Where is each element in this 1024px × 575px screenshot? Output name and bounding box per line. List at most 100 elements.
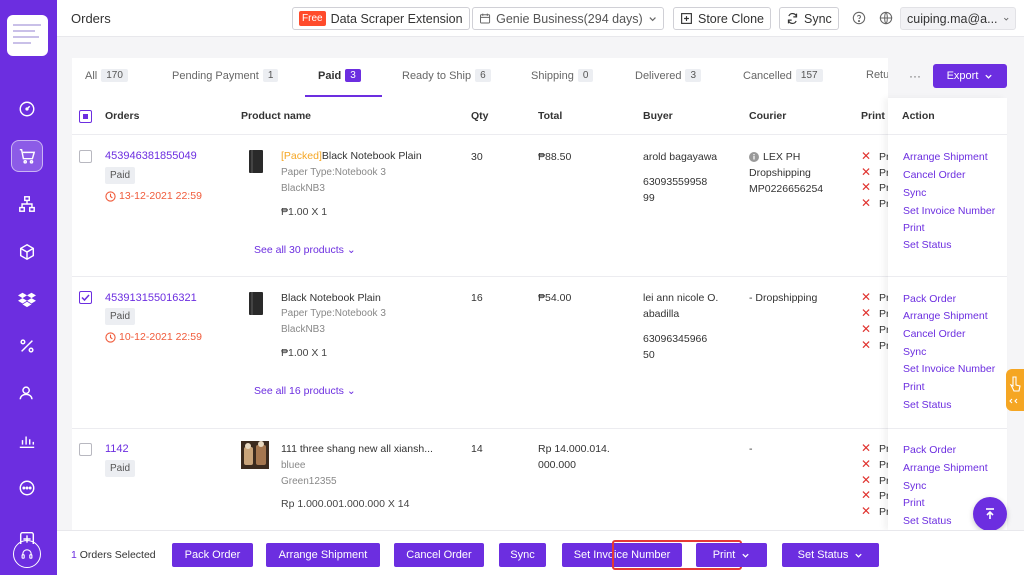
sync-link[interactable]: Sync	[903, 187, 926, 199]
tab-count: 3	[345, 69, 361, 82]
tab-all[interactable]: All 170	[85, 69, 128, 82]
tracking-number: MP0226656254	[749, 183, 824, 195]
sync-icon	[787, 13, 798, 24]
courier: -	[749, 443, 753, 455]
store-clone-button[interactable]: Store Clone	[673, 7, 772, 30]
tab-label: Ready to Ship	[402, 69, 472, 82]
tab-delivered[interactable]: Delivered 3	[635, 69, 702, 82]
help-icon[interactable]	[852, 11, 866, 25]
set-status-link[interactable]: Set Status	[903, 515, 951, 527]
bulk-print-button[interactable]: Print	[696, 543, 767, 567]
scroll-to-top-button[interactable]	[973, 497, 1007, 531]
pack-order-link[interactable]: Pack Order	[903, 444, 956, 456]
tab-cancelled[interactable]: Cancelled 157	[743, 69, 823, 82]
print-link[interactable]: Print	[903, 222, 925, 234]
set-status-link[interactable]: Set Status	[903, 239, 951, 251]
product-name[interactable]: [Packed]Black Notebook Plain	[281, 150, 422, 162]
set-invoice-number-link[interactable]: Set Invoice Number	[903, 363, 995, 375]
courier: - Dropshipping	[749, 292, 818, 304]
buyer-phone-cont: 99	[643, 192, 655, 204]
select-all-checkbox[interactable]	[79, 110, 92, 123]
product-name[interactable]: 111 three shang new all xiansh...	[281, 443, 433, 455]
user-menu[interactable]: cuiping.ma@a...	[900, 7, 1016, 30]
row-checkbox[interactable]	[79, 443, 92, 456]
percent-icon[interactable]	[11, 330, 43, 362]
see-all-products-link[interactable]: See all 16 products ⌄	[254, 385, 356, 397]
divider	[888, 428, 1007, 429]
sync-link[interactable]: Sync	[903, 346, 926, 358]
more-options-icon[interactable]: ···	[909, 69, 921, 83]
dropbox-icon[interactable]	[11, 283, 43, 315]
order-number-link[interactable]: 453946381855049	[105, 150, 197, 162]
bulk-set-status-button[interactable]: Set Status	[782, 543, 879, 567]
info-icon[interactable]	[749, 152, 759, 162]
bulk-cancel-order-button[interactable]: Cancel Order	[394, 543, 484, 567]
tab-pending-payment[interactable]: Pending Payment 1	[172, 69, 279, 82]
arrange-shipment-link[interactable]: Arrange Shipment	[903, 310, 988, 322]
header-action: Action	[902, 110, 935, 122]
pack-order-link[interactable]: Pack Order	[903, 293, 956, 305]
product-box-icon[interactable]	[11, 236, 43, 268]
bar-chart-icon[interactable]	[11, 425, 43, 457]
sync-button[interactable]: Sync	[779, 7, 839, 30]
hierarchy-icon[interactable]	[11, 188, 43, 220]
tab-return[interactable]: Return	[866, 69, 888, 81]
bulk-arrange-shipment-button[interactable]: Arrange Shipment	[266, 543, 380, 567]
status-badge: Paid	[105, 460, 136, 477]
business-select[interactable]: Genie Business(294 days)	[472, 7, 664, 30]
print-link[interactable]: Print	[903, 497, 925, 509]
set-status-link[interactable]: Set Status	[903, 399, 951, 411]
tab-paid[interactable]: Paid 3	[318, 69, 361, 82]
globe-icon[interactable]	[879, 11, 893, 25]
packed-tag: [Packed]	[281, 150, 322, 162]
product-thumbnail[interactable]	[241, 441, 269, 469]
app-logo[interactable]	[7, 15, 48, 56]
product-thumbnail[interactable]	[244, 149, 270, 175]
orders-cart-icon[interactable]	[11, 140, 43, 172]
see-all-products-link[interactable]: See all 30 products ⌄	[254, 244, 356, 256]
action-column: Action Arrange Shipment Cancel Order Syn…	[888, 98, 1007, 530]
row-checkbox[interactable]	[79, 291, 92, 304]
product-name[interactable]: Black Notebook Plain	[281, 292, 381, 304]
headset-support-icon[interactable]	[13, 540, 41, 568]
print-link[interactable]: Print	[903, 381, 925, 393]
export-button[interactable]: Export	[933, 64, 1007, 88]
total-cont: 000.000	[538, 459, 576, 471]
product-thumbnail[interactable]	[244, 291, 270, 317]
free-badge: Free	[299, 11, 326, 26]
order-number-link[interactable]: 1142	[105, 443, 129, 455]
set-invoice-number-link[interactable]: Set Invoice Number	[903, 205, 995, 217]
side-helper-tab[interactable]	[1006, 369, 1024, 411]
not-printed-icon: ✕	[861, 165, 872, 179]
chat-icon[interactable]	[11, 472, 43, 504]
dashboard-icon[interactable]	[11, 93, 43, 125]
buyer-name: arold bagayawa	[643, 151, 718, 163]
page-title: Orders	[71, 11, 111, 26]
order-time-text: 10-12-2021 22:59	[119, 331, 202, 343]
sync-label: Sync	[804, 11, 832, 26]
chevron-down-icon	[985, 74, 993, 79]
bulk-sync-button[interactable]: Sync	[499, 543, 546, 567]
cancel-order-link[interactable]: Cancel Order	[903, 169, 965, 181]
header-qty: Qty	[471, 110, 489, 122]
cancel-order-link[interactable]: Cancel Order	[903, 328, 965, 340]
tab-count: 0	[577, 69, 594, 82]
sync-link[interactable]: Sync	[903, 480, 926, 492]
buyer-phone: 63093559958	[643, 176, 708, 188]
bulk-pack-order-button[interactable]: Pack Order	[172, 543, 253, 567]
users-icon[interactable]	[11, 377, 43, 409]
divider	[888, 134, 1007, 135]
tab-label: Pending Payment	[172, 69, 259, 82]
buyer-name-cont: abadilla	[643, 308, 680, 320]
arrange-shipment-link[interactable]: Arrange Shipment	[903, 151, 988, 163]
data-scraper-button[interactable]: Free Data Scraper Extension	[292, 7, 470, 30]
tab-count: 1	[262, 69, 279, 82]
arrange-shipment-link[interactable]: Arrange Shipment	[903, 462, 988, 474]
tab-ready-to-ship[interactable]: Ready to Ship 6	[402, 69, 491, 82]
tab-shipping[interactable]: Shipping 0	[531, 69, 594, 82]
product-sku: BlackNB3	[281, 183, 325, 194]
row-checkbox[interactable]	[79, 150, 92, 163]
order-number-link[interactable]: 453913155016321	[105, 292, 197, 304]
store-clone-label: Store Clone	[698, 11, 765, 26]
tab-label: Paid	[318, 69, 342, 82]
